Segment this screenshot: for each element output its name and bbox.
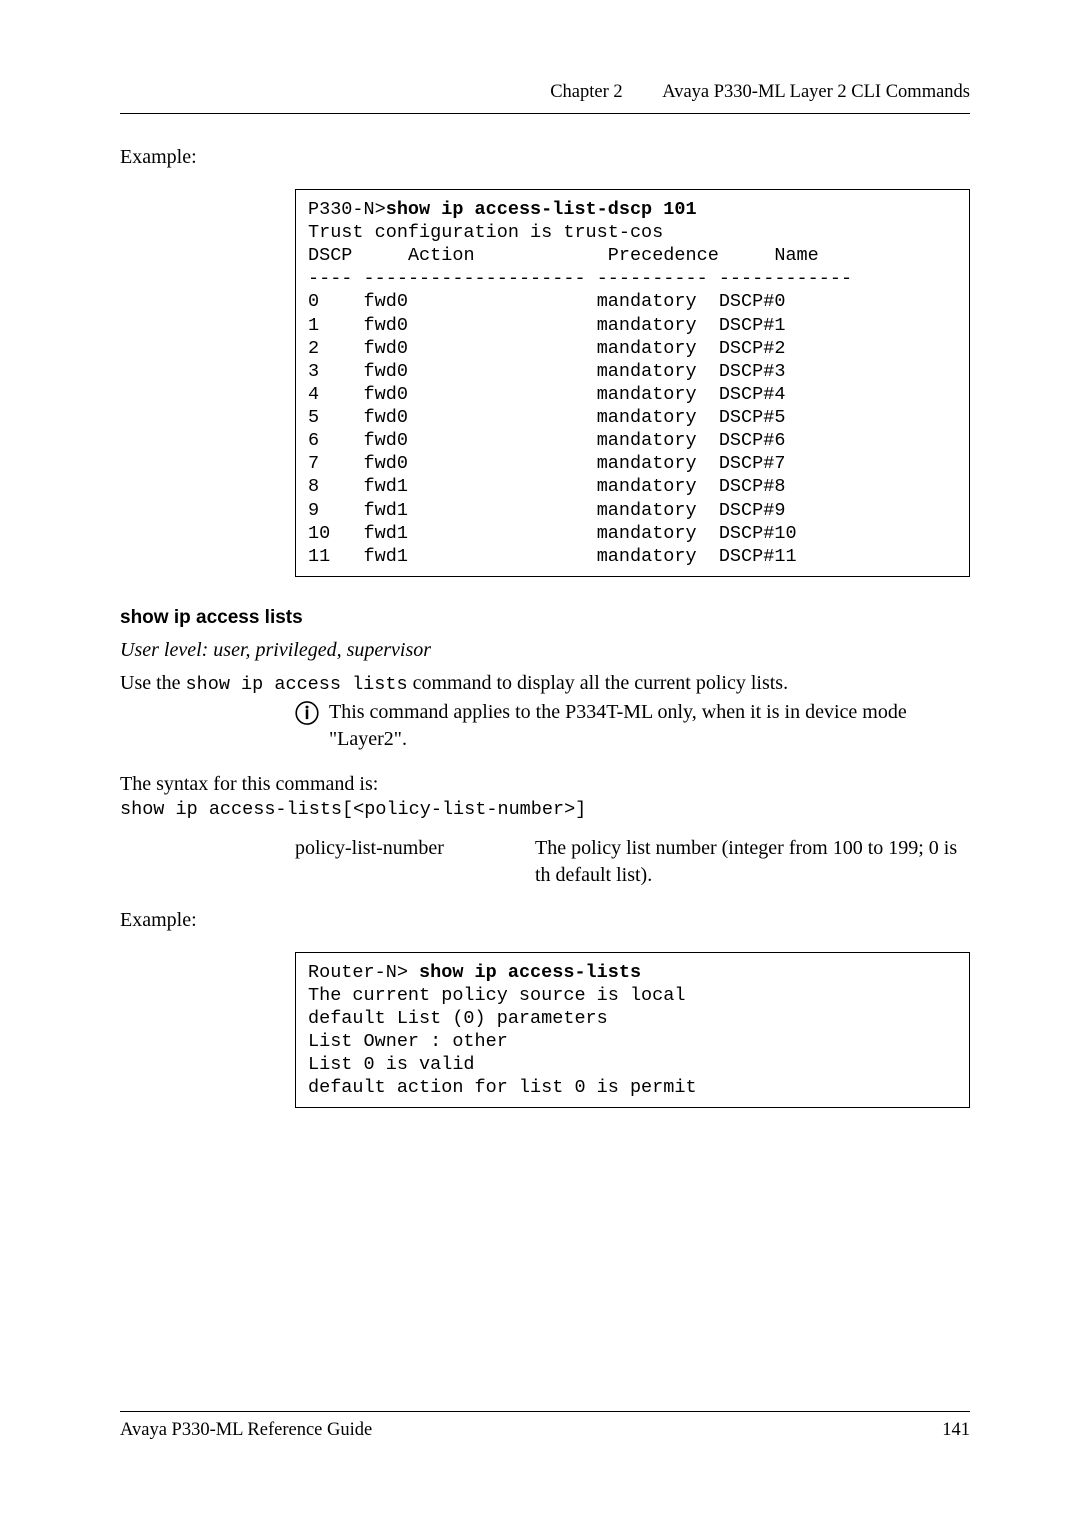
syntax-label: The syntax for this command is: — [120, 771, 970, 798]
info-note: ⓘ This command applies to the P334T-ML o… — [295, 699, 970, 753]
ex1-r10-action: fwd1 — [364, 523, 408, 544]
ex2-prompt: Router-N> — [308, 962, 419, 983]
ex1-r8-name: DSCP#8 — [719, 476, 786, 497]
ex1-r1-prec: mandatory — [597, 315, 697, 336]
chapter-title: Avaya P330-ML Layer 2 CLI Commands — [662, 82, 970, 102]
ex1-r4-action: fwd0 — [364, 384, 408, 405]
example-label: Example: — [120, 144, 970, 171]
ex1-r10-name: DSCP#10 — [719, 523, 797, 544]
ex1-r5-action: fwd0 — [364, 407, 408, 428]
ex1-r11-action: fwd1 — [364, 546, 408, 567]
usage-suffix: command to display all the current polic… — [408, 672, 788, 694]
ex1-cmd: show ip access-list-dscp 101 — [386, 199, 697, 220]
ex1-r2-name: DSCP#2 — [719, 338, 786, 359]
chapter-label: Chapter 2 — [550, 80, 622, 105]
parameter-row: policy-list-number The policy list numbe… — [295, 835, 970, 889]
ex1-r0-name: DSCP#0 — [719, 291, 786, 312]
ex1-r8-prec: mandatory — [597, 476, 697, 497]
ex1-r1-name: DSCP#1 — [719, 315, 786, 336]
ex1-r11-name: DSCP#11 — [719, 546, 797, 567]
ex1-r6-action: fwd0 — [364, 430, 408, 451]
example2-label: Example: — [120, 907, 970, 934]
usage-line: Use the show ip access lists command to … — [120, 670, 970, 697]
ex1-hdr-precedence: Precedence — [608, 245, 719, 266]
ex1-r4-dscp: 4 — [308, 384, 319, 405]
usage-prefix: Use the — [120, 672, 186, 694]
running-head: Chapter 2 Avaya P330-ML Layer 2 CLI Comm… — [120, 80, 970, 105]
ex1-r7-dscp: 7 — [308, 453, 319, 474]
info-note-text: This command applies to the P334T-ML onl… — [329, 699, 970, 753]
ex2-cmd: show ip access-lists — [419, 962, 641, 983]
syntax-cmd: show ip access-lists[<policy-list-number… — [120, 798, 970, 821]
usage-cmd-inline: show ip access lists — [186, 674, 408, 695]
ex1-r7-name: DSCP#7 — [719, 453, 786, 474]
footer-rule — [120, 1411, 970, 1412]
footer-left: Avaya P330-ML Reference Guide — [120, 1418, 372, 1443]
ex1-trust-line: Trust configuration is trust-cos — [308, 222, 663, 243]
ex1-r7-action: fwd0 — [364, 453, 408, 474]
ex1-sep1: ---- — [308, 268, 352, 289]
ex1-r3-name: DSCP#3 — [719, 361, 786, 382]
ex1-r0-dscp: 0 — [308, 291, 319, 312]
ex2-line2: default List (0) parameters — [308, 1008, 608, 1029]
ex1-r7-prec: mandatory — [597, 453, 697, 474]
ex1-r11-dscp: 11 — [308, 546, 330, 567]
ex1-r3-prec: mandatory — [597, 361, 697, 382]
header-rule — [120, 113, 970, 114]
ex2-line1: The current policy source is local — [308, 985, 685, 1006]
ex1-hdr-dscp: DSCP — [308, 245, 352, 266]
ex1-r5-name: DSCP#5 — [719, 407, 786, 428]
ex1-r9-dscp: 9 — [308, 500, 319, 521]
ex1-r1-action: fwd0 — [364, 315, 408, 336]
ex1-sep2: -------------------- — [364, 268, 586, 289]
ex1-hdr-name: Name — [774, 245, 818, 266]
ex1-r4-prec: mandatory — [597, 384, 697, 405]
page-footer: Avaya P330-ML Reference Guide 141 — [120, 1418, 970, 1443]
footer-right: 141 — [942, 1418, 970, 1443]
ex1-r9-prec: mandatory — [597, 500, 697, 521]
ex1-r5-dscp: 5 — [308, 407, 319, 428]
ex1-r2-prec: mandatory — [597, 338, 697, 359]
ex1-r8-dscp: 8 — [308, 476, 319, 497]
ex1-r0-prec: mandatory — [597, 291, 697, 312]
ex1-r5-prec: mandatory — [597, 407, 697, 428]
info-icon: ⓘ — [295, 699, 329, 731]
ex1-r11-prec: mandatory — [597, 546, 697, 567]
ex1-r3-action: fwd0 — [364, 361, 408, 382]
param-desc: The policy list number (integer from 100… — [535, 835, 970, 889]
ex1-r0-action: fwd0 — [364, 291, 408, 312]
ex1-r6-name: DSCP#6 — [719, 430, 786, 451]
ex1-r2-dscp: 2 — [308, 338, 319, 359]
param-name: policy-list-number — [295, 835, 535, 889]
ex2-line3: List Owner : other — [308, 1031, 508, 1052]
example1-code-block: P330-N>show ip access-list-dscp 101 Trus… — [295, 189, 970, 577]
ex1-r10-dscp: 10 — [308, 523, 330, 544]
ex1-r8-action: fwd1 — [364, 476, 408, 497]
ex1-prompt: P330-N> — [308, 199, 386, 220]
ex1-r9-name: DSCP#9 — [719, 500, 786, 521]
ex2-line5: default action for list 0 is permit — [308, 1077, 697, 1098]
ex1-r4-name: DSCP#4 — [719, 384, 786, 405]
ex1-r3-dscp: 3 — [308, 361, 319, 382]
user-level-line: User level: user, privileged, supervisor — [120, 637, 970, 664]
ex1-r6-dscp: 6 — [308, 430, 319, 451]
example2-code-block: Router-N> show ip access-lists The curre… — [295, 952, 970, 1109]
ex1-r9-action: fwd1 — [364, 500, 408, 521]
ex1-r6-prec: mandatory — [597, 430, 697, 451]
ex1-sep4: ------------ — [719, 268, 852, 289]
ex1-hdr-action: Action — [408, 245, 475, 266]
ex1-r1-dscp: 1 — [308, 315, 319, 336]
ex2-line4: List 0 is valid — [308, 1054, 475, 1075]
ex1-r2-action: fwd0 — [364, 338, 408, 359]
section-heading: show ip access lists — [120, 605, 970, 631]
ex1-r10-prec: mandatory — [597, 523, 697, 544]
ex1-sep3: ---------- — [597, 268, 708, 289]
